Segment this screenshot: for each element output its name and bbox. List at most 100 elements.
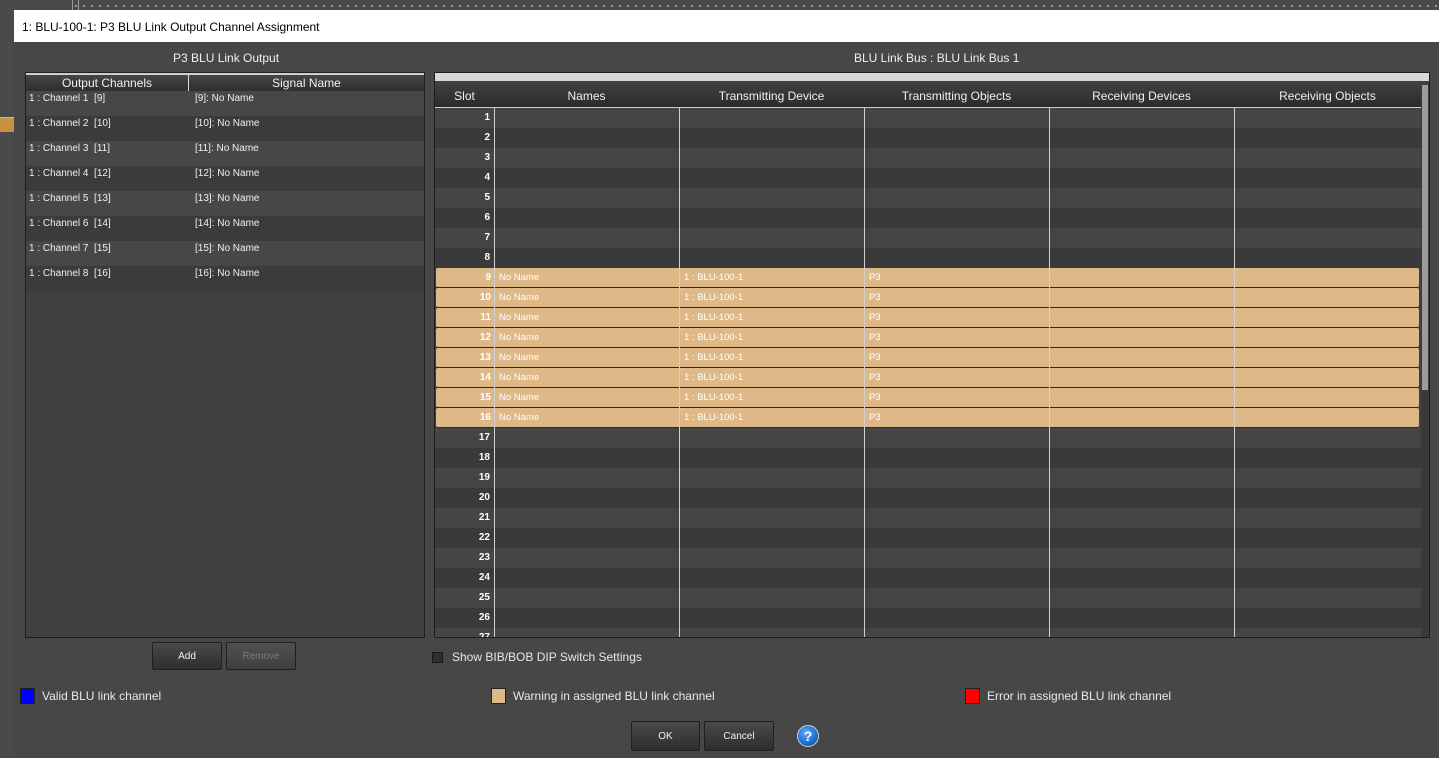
- signal-name-label: [14]: No Name: [195, 218, 260, 229]
- signal-name-label: [12]: No Name: [195, 168, 260, 179]
- slot-number: 19: [478, 472, 490, 483]
- dip-switch-label[interactable]: Show BIB/BOB DIP Switch Settings: [452, 650, 642, 664]
- transmitting-objects-cell: P3: [869, 272, 881, 283]
- column-header-output-channels[interactable]: Output Channels: [26, 75, 188, 91]
- slot-number: 9: [485, 272, 491, 283]
- column-header-transmitting-device[interactable]: Transmitting Device: [679, 85, 864, 107]
- slot-number: 2: [484, 132, 490, 143]
- transmitting-device-cell: 1 : BLU-100-1: [684, 412, 744, 423]
- legend-swatch-valid: [20, 688, 35, 704]
- grid-rows: 1 2 3 4 5 6 7 8 9 No Name 1 : BLU-100-1 P3 10 No Name…: [435, 108, 1421, 637]
- canvas-rule: [72, 0, 73, 10]
- slot-row[interactable]: 17: [435, 428, 1421, 448]
- signal-name-label: [16]: No Name: [195, 268, 260, 279]
- slot-row[interactable]: 8: [435, 248, 1421, 268]
- slot-row[interactable]: 2: [435, 128, 1421, 148]
- transmitting-device-cell: 1 : BLU-100-1: [684, 292, 744, 303]
- slot-row[interactable]: 19: [435, 468, 1421, 488]
- transmitting-device-cell: 1 : BLU-100-1: [684, 372, 744, 383]
- slot-row[interactable]: 1: [435, 108, 1421, 128]
- remove-button[interactable]: Remove: [226, 642, 296, 670]
- slot-name-cell: No Name: [499, 372, 540, 383]
- slot-row[interactable]: 6: [435, 208, 1421, 228]
- transmitting-device-cell: 1 : BLU-100-1: [684, 352, 744, 363]
- slot-row[interactable]: 18: [435, 448, 1421, 468]
- slot-number: 23: [478, 552, 490, 563]
- output-channel-row[interactable]: 1 : Channel 7 [15] [15]: No Name: [26, 241, 424, 266]
- blu-link-bus-grid: Slot Names Transmitting Device Transmitt…: [434, 72, 1430, 638]
- transmitting-objects-cell: P3: [869, 412, 881, 423]
- column-separator: [1234, 107, 1235, 637]
- slot-number: 18: [478, 452, 490, 463]
- transmitting-device-cell: 1 : BLU-100-1: [684, 272, 744, 283]
- legend-swatch-warning: [491, 688, 506, 704]
- transmitting-objects-cell: P3: [869, 372, 881, 383]
- slot-number: 25: [478, 592, 490, 603]
- assigned-slot-row[interactable]: 14 No Name 1 : BLU-100-1 P3: [436, 368, 1419, 388]
- output-channel-label: 1 : Channel 5 [13]: [29, 193, 111, 204]
- slot-name-cell: No Name: [499, 292, 540, 303]
- output-channel-row[interactable]: 1 : Channel 3 [11] [11]: No Name: [26, 141, 424, 166]
- slot-number: 22: [478, 532, 490, 543]
- ok-button[interactable]: OK: [631, 721, 700, 751]
- slot-number: 14: [479, 372, 491, 383]
- column-header-receiving-objects[interactable]: Receiving Objects: [1234, 85, 1421, 107]
- slot-number: 20: [478, 492, 490, 503]
- column-header-transmitting-objects[interactable]: Transmitting Objects: [864, 85, 1049, 107]
- transmitting-objects-cell: P3: [869, 352, 881, 363]
- signal-name-label: [9]: No Name: [195, 93, 254, 104]
- output-channel-row[interactable]: 1 : Channel 5 [13] [13]: No Name: [26, 191, 424, 216]
- assigned-slot-row[interactable]: 12 No Name 1 : BLU-100-1 P3: [436, 328, 1419, 348]
- column-header-names[interactable]: Names: [494, 85, 679, 107]
- canvas-rule: [78, 0, 79, 10]
- column-header-receiving-devices[interactable]: Receiving Devices: [1049, 85, 1234, 107]
- slot-number: 24: [478, 572, 490, 583]
- slot-number: 4: [484, 172, 490, 183]
- slot-row[interactable]: 3: [435, 148, 1421, 168]
- slot-row[interactable]: 25: [435, 588, 1421, 608]
- assigned-slot-row[interactable]: 13 No Name 1 : BLU-100-1 P3: [436, 348, 1419, 368]
- column-separator: [494, 107, 495, 637]
- output-channel-row[interactable]: 1 : Channel 6 [14] [14]: No Name: [26, 216, 424, 241]
- slot-row[interactable]: 23: [435, 548, 1421, 568]
- output-channel-row[interactable]: 1 : Channel 8 [16] [16]: No Name: [26, 266, 424, 291]
- output-channel-row[interactable]: 1 : Channel 1 [9] [9]: No Name: [26, 91, 424, 116]
- slot-number: 15: [479, 392, 491, 403]
- slot-row[interactable]: 27: [435, 628, 1421, 637]
- column-header-slot[interactable]: Slot: [435, 85, 494, 107]
- slot-row[interactable]: 24: [435, 568, 1421, 588]
- dialog-titlebar[interactable]: 1: BLU-100-1: P3 BLU Link Output Channel…: [14, 10, 1439, 42]
- question-mark-icon[interactable]: ?: [797, 725, 819, 747]
- slot-name-cell: No Name: [499, 272, 540, 283]
- legend-swatch-error: [965, 688, 980, 704]
- assigned-slot-row[interactable]: 11 No Name 1 : BLU-100-1 P3: [436, 308, 1419, 328]
- slot-row[interactable]: 5: [435, 188, 1421, 208]
- assigned-slot-row[interactable]: 9 No Name 1 : BLU-100-1 P3: [436, 268, 1419, 288]
- assigned-slot-row[interactable]: 15 No Name 1 : BLU-100-1 P3: [436, 388, 1419, 408]
- grid-vertical-scrollbar[interactable]: [1421, 85, 1429, 637]
- slot-row[interactable]: 26: [435, 608, 1421, 628]
- output-list-rows: 1 : Channel 1 [9] [9]: No Name 1 : Channel…: [26, 91, 424, 291]
- slot-number: 8: [484, 252, 490, 263]
- output-channel-row[interactable]: 1 : Channel 2 [10] [10]: No Name: [26, 116, 424, 141]
- cancel-button[interactable]: Cancel: [704, 721, 774, 751]
- slot-row[interactable]: 4: [435, 168, 1421, 188]
- signal-name-label: [13]: No Name: [195, 193, 260, 204]
- slot-number: 12: [479, 332, 491, 343]
- slot-row[interactable]: 22: [435, 528, 1421, 548]
- assigned-slot-row[interactable]: 10 No Name 1 : BLU-100-1 P3: [436, 288, 1419, 308]
- assigned-slot-row[interactable]: 16 No Name 1 : BLU-100-1 P3: [436, 408, 1419, 428]
- output-channel-row[interactable]: 1 : Channel 4 [12] [12]: No Name: [26, 166, 424, 191]
- scrollbar-thumb[interactable]: [1422, 85, 1428, 390]
- right-panel-title: BLU Link Bus : BLU Link Bus 1: [854, 51, 1020, 65]
- slot-row[interactable]: 21: [435, 508, 1421, 528]
- slot-number: 1: [484, 112, 490, 123]
- slot-number: 7: [484, 232, 490, 243]
- dip-switch-checkbox[interactable]: [432, 652, 443, 663]
- add-button[interactable]: Add: [152, 642, 222, 670]
- column-header-signal-name[interactable]: Signal Name: [189, 75, 424, 91]
- slot-number: 5: [484, 192, 490, 203]
- slot-number: 17: [478, 432, 490, 443]
- slot-row[interactable]: 20: [435, 488, 1421, 508]
- slot-row[interactable]: 7: [435, 228, 1421, 248]
